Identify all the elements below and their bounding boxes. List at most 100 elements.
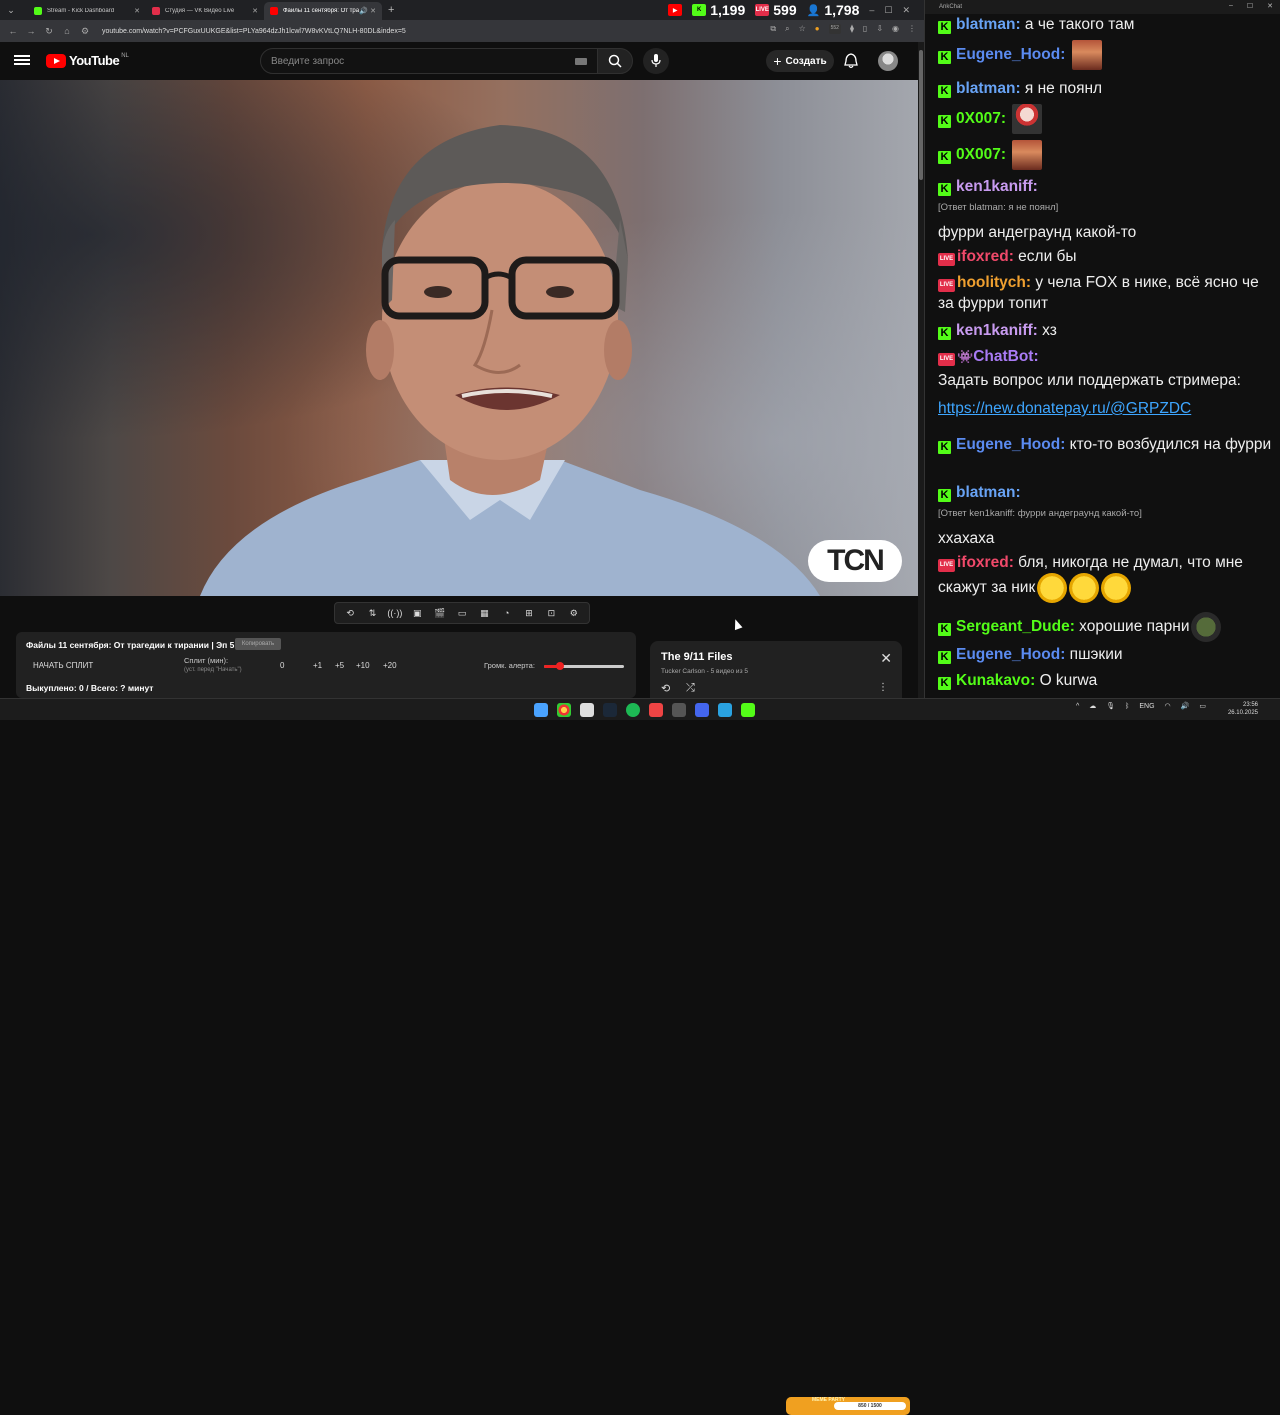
audio-icon[interactable]: 🔊 [359, 7, 368, 15]
tab-vk-studio[interactable]: Студия — VK Видео Live ✕ [146, 2, 264, 20]
back-icon[interactable]: ← [4, 26, 22, 36]
broadcast-icon[interactable]: ((·)) [387, 607, 402, 619]
chat-username[interactable]: Sergeant_Dude [956, 618, 1070, 635]
sidebar-icon[interactable]: ▯ [863, 24, 867, 34]
recorder-icon[interactable] [649, 703, 663, 717]
clock[interactable]: 23:56 26.10.2025 [1228, 701, 1258, 717]
meme-party-widget[interactable]: MEME PARTY 850 / 1500 [786, 1397, 910, 1415]
chat-username[interactable]: ken1kaniff [956, 178, 1033, 195]
chrome-icon[interactable] [557, 703, 571, 717]
chat-username[interactable]: blatman [956, 80, 1015, 97]
tab-list-button[interactable]: ⌄ [2, 2, 20, 18]
profile-icon[interactable]: ◉ [892, 24, 899, 34]
loop-icon[interactable]: ⟲ [343, 607, 357, 619]
install-icon[interactable]: ⧉ [770, 24, 776, 34]
app-icon[interactable] [695, 703, 709, 717]
bookmark-star-icon[interactable]: ☆ [799, 24, 806, 34]
chat-username[interactable]: hoolitych [957, 274, 1026, 291]
chat-username[interactable]: ifoxred [957, 554, 1009, 571]
chat-username[interactable]: ken1kaniff [956, 322, 1033, 339]
chat-username[interactable]: blatman [956, 16, 1015, 33]
tab-kick-dashboard[interactable]: Stream - Kick Dashboard ✕ [28, 2, 146, 20]
more-options-icon[interactable]: ⋮ [878, 682, 888, 693]
language-indicator[interactable]: ENG [1139, 703, 1154, 710]
notifications-button[interactable] [844, 53, 858, 74]
wifi-icon[interactable]: ◠ [1165, 702, 1171, 710]
chat-username[interactable]: 0X007 [956, 110, 1001, 127]
subtitle-icon[interactable]: ⊞ [522, 607, 536, 619]
add-1-button[interactable]: +1 [313, 661, 322, 670]
cloud-icon[interactable]: ☁ [1089, 702, 1096, 710]
voice-search-button[interactable] [643, 48, 669, 74]
youtube-logo[interactable]: YouTube NL [46, 53, 129, 68]
create-button[interactable]: + Создать [766, 50, 834, 72]
copy-button[interactable]: Копировать [235, 638, 281, 650]
close-icon[interactable]: ✕ [880, 650, 892, 667]
chat-username[interactable]: Eugene_Hood [956, 646, 1060, 663]
app-icon[interactable] [672, 703, 686, 717]
close-icon[interactable]: ✕ [1267, 2, 1273, 10]
donation-link[interactable]: https://new.donatepay.ru/@GRPZDC [938, 398, 1274, 419]
chat-username[interactable]: ifoxred [957, 248, 1009, 265]
start-split-button[interactable]: НАЧАТЬ СПЛИТ [33, 661, 93, 670]
search-button[interactable] [597, 48, 633, 74]
forward-icon[interactable]: → [22, 26, 40, 36]
volume-knob[interactable] [556, 662, 564, 670]
gear-icon[interactable]: ⚙ [567, 607, 581, 619]
home-icon[interactable]: ⌂ [58, 26, 76, 36]
chat-username[interactable]: Eugene_Hood [956, 46, 1060, 63]
chat-username[interactable]: ChatBot [973, 348, 1033, 365]
microphone-icon[interactable]: 🎙 [1106, 702, 1115, 710]
shuffle-icon[interactable]: ⤮ [686, 682, 695, 695]
steam-icon[interactable] [603, 703, 617, 717]
hamburger-menu-icon[interactable] [14, 53, 30, 67]
split-minutes-input[interactable]: 0 [280, 661, 284, 670]
volume-icon[interactable]: 🔊 [1181, 702, 1190, 710]
loop-playlist-icon[interactable]: ⟲ [661, 682, 670, 695]
maximize-icon[interactable]: ☐ [1247, 2, 1253, 10]
screenshot-camera-icon[interactable]: ⊡ [544, 607, 558, 619]
windows-start-icon[interactable] [534, 703, 548, 717]
alert-volume-slider[interactable] [544, 662, 624, 670]
picture-in-picture-icon[interactable]: ▭ [455, 607, 469, 619]
window-controls[interactable]: –☐✕ [869, 5, 920, 16]
clapperboard-icon[interactable]: 🎬 [433, 607, 447, 619]
bluetooth-icon[interactable]: ᛒ [1125, 703, 1129, 710]
menu-icon[interactable]: ⋮ [908, 24, 916, 34]
telegram-icon[interactable] [718, 703, 732, 717]
chat-username[interactable]: Kunakavo [956, 672, 1030, 689]
add-5-button[interactable]: +5 [335, 661, 344, 670]
chevron-up-icon[interactable]: ^ [1076, 703, 1079, 710]
spotify-icon[interactable] [626, 703, 640, 717]
close-icon[interactable]: ✕ [134, 7, 140, 15]
video-player[interactable]: TCN [0, 80, 918, 596]
avatar[interactable] [878, 51, 898, 71]
add-10-button[interactable]: +10 [356, 661, 370, 670]
new-tab-button[interactable]: + [388, 4, 394, 16]
puzzle-icon[interactable]: ⧫ [850, 24, 854, 34]
scrollbar-thumb[interactable] [919, 50, 923, 180]
extension-badge[interactable]: 552 [828, 24, 841, 34]
extension-icon[interactable]: ● [815, 24, 820, 34]
keyboard-icon[interactable] [575, 58, 587, 65]
chat-username[interactable]: Eugene_Hood [956, 436, 1060, 453]
tab-youtube-video[interactable]: Файлы 11 сентября: От тра 🔊 ✕ [264, 2, 382, 20]
download-icon[interactable]: ⇩ [876, 24, 883, 34]
site-info-icon[interactable]: ⚙ [76, 26, 94, 37]
search-input[interactable] [271, 55, 561, 67]
chat-username[interactable]: 0X007 [956, 146, 1001, 163]
cinema-mode-icon[interactable]: ▦ [477, 607, 491, 619]
search-box[interactable] [260, 48, 598, 74]
close-icon[interactable]: ✕ [370, 7, 376, 15]
url-field[interactable]: youtube.com/watch?v=PCFGuxUUKGE&list=PLY… [102, 28, 406, 35]
speed-gauge-icon[interactable]: ◔ [500, 607, 514, 619]
zoom-icon[interactable]: ⌕ [785, 24, 789, 34]
close-icon[interactable]: ✕ [252, 7, 258, 15]
playlist-title[interactable]: The 9/11 Files [661, 651, 733, 663]
battery-icon[interactable]: ▭ [1199, 702, 1206, 710]
chat-username[interactable]: blatman [956, 484, 1015, 501]
kick-icon[interactable] [741, 703, 755, 717]
sort-icon[interactable]: ⇅ [366, 607, 380, 619]
reload-icon[interactable]: ↻ [40, 26, 58, 37]
app-icon[interactable] [580, 703, 594, 717]
